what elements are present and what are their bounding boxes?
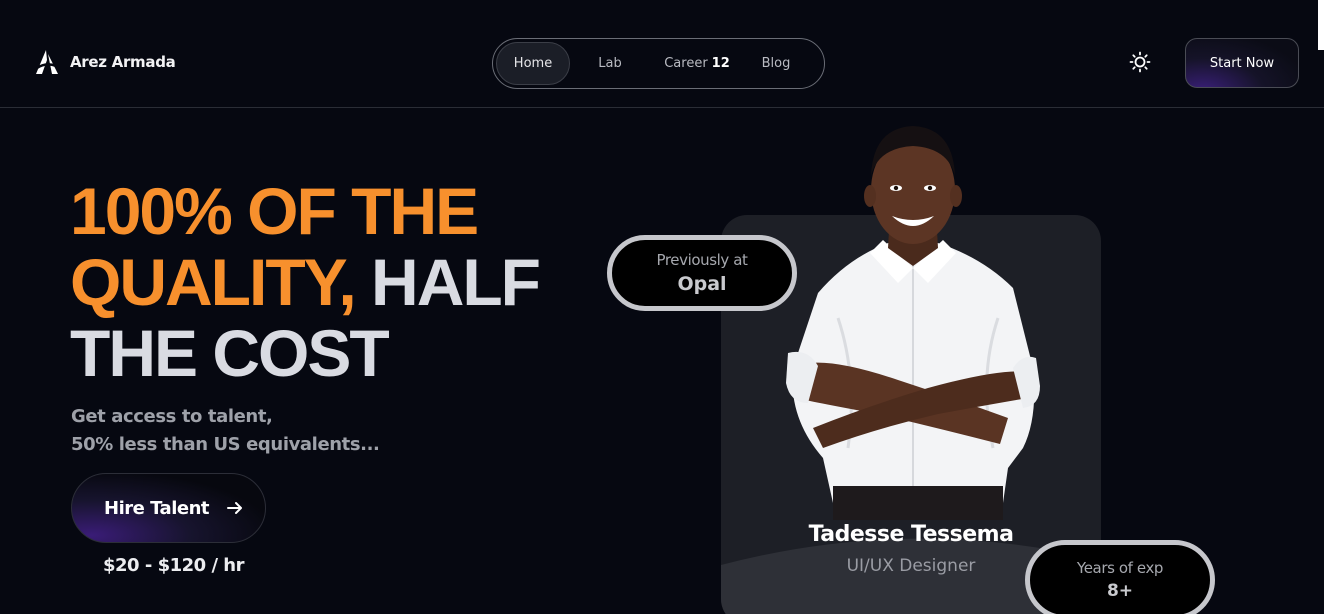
profile-portrait bbox=[786, 126, 1040, 520]
brand[interactable]: Arez Armada bbox=[34, 48, 176, 76]
hero-title-highlight-2: QUALITY, bbox=[70, 245, 357, 319]
arrow-right-icon bbox=[227, 502, 242, 514]
main-nav: Home Lab Career 12 Blog bbox=[492, 38, 825, 89]
hourly-rate: $20 - $120 / hr bbox=[103, 555, 244, 576]
hero-subtitle-line1: Get access to talent, bbox=[71, 406, 273, 427]
years-of-exp-badge: Years of exp 8+ bbox=[1025, 540, 1215, 614]
hero-title: 100% OF THE QUALITY, HALF THE COST bbox=[70, 176, 590, 389]
nav-item-blog[interactable]: Blog bbox=[744, 42, 808, 85]
previously-at-badge: Previously at Opal bbox=[607, 235, 797, 311]
hero-subtitle: Get access to talent, 50% less than US e… bbox=[71, 403, 491, 459]
edge-scrollbar[interactable] bbox=[1318, 0, 1324, 50]
previously-at-label: Previously at bbox=[656, 251, 748, 269]
hero-title-plain-1: HALF bbox=[371, 245, 541, 319]
nav-item-career-label: Career bbox=[664, 56, 708, 71]
nav-item-career[interactable]: Career 12 bbox=[650, 42, 744, 85]
hire-talent-button[interactable]: Hire Talent bbox=[71, 473, 266, 543]
hire-talent-label: Hire Talent bbox=[104, 497, 210, 519]
career-count-badge: 12 bbox=[711, 56, 730, 71]
hero-subtitle-line2: 50% less than US equivalents... bbox=[71, 434, 380, 455]
brand-logo-icon bbox=[36, 50, 58, 74]
years-of-exp-value: 8+ bbox=[1106, 581, 1134, 601]
brand-name: Arez Armada bbox=[70, 53, 176, 71]
sun-icon[interactable] bbox=[1129, 51, 1151, 73]
profile-name: Tadesse Tessema bbox=[808, 522, 1014, 547]
previous-company: Opal bbox=[677, 273, 727, 295]
nav-item-lab[interactable]: Lab bbox=[570, 42, 650, 85]
hero-title-highlight-1: 100% OF THE bbox=[70, 174, 479, 248]
nav-item-home[interactable]: Home bbox=[496, 42, 570, 85]
start-now-button[interactable]: Start Now bbox=[1185, 38, 1299, 88]
site-header: Arez Armada Home Lab Career 12 Blog Star… bbox=[0, 0, 1324, 108]
years-of-exp-label: Years of exp bbox=[1076, 559, 1164, 577]
hero-title-plain-2: THE COST bbox=[70, 316, 390, 390]
